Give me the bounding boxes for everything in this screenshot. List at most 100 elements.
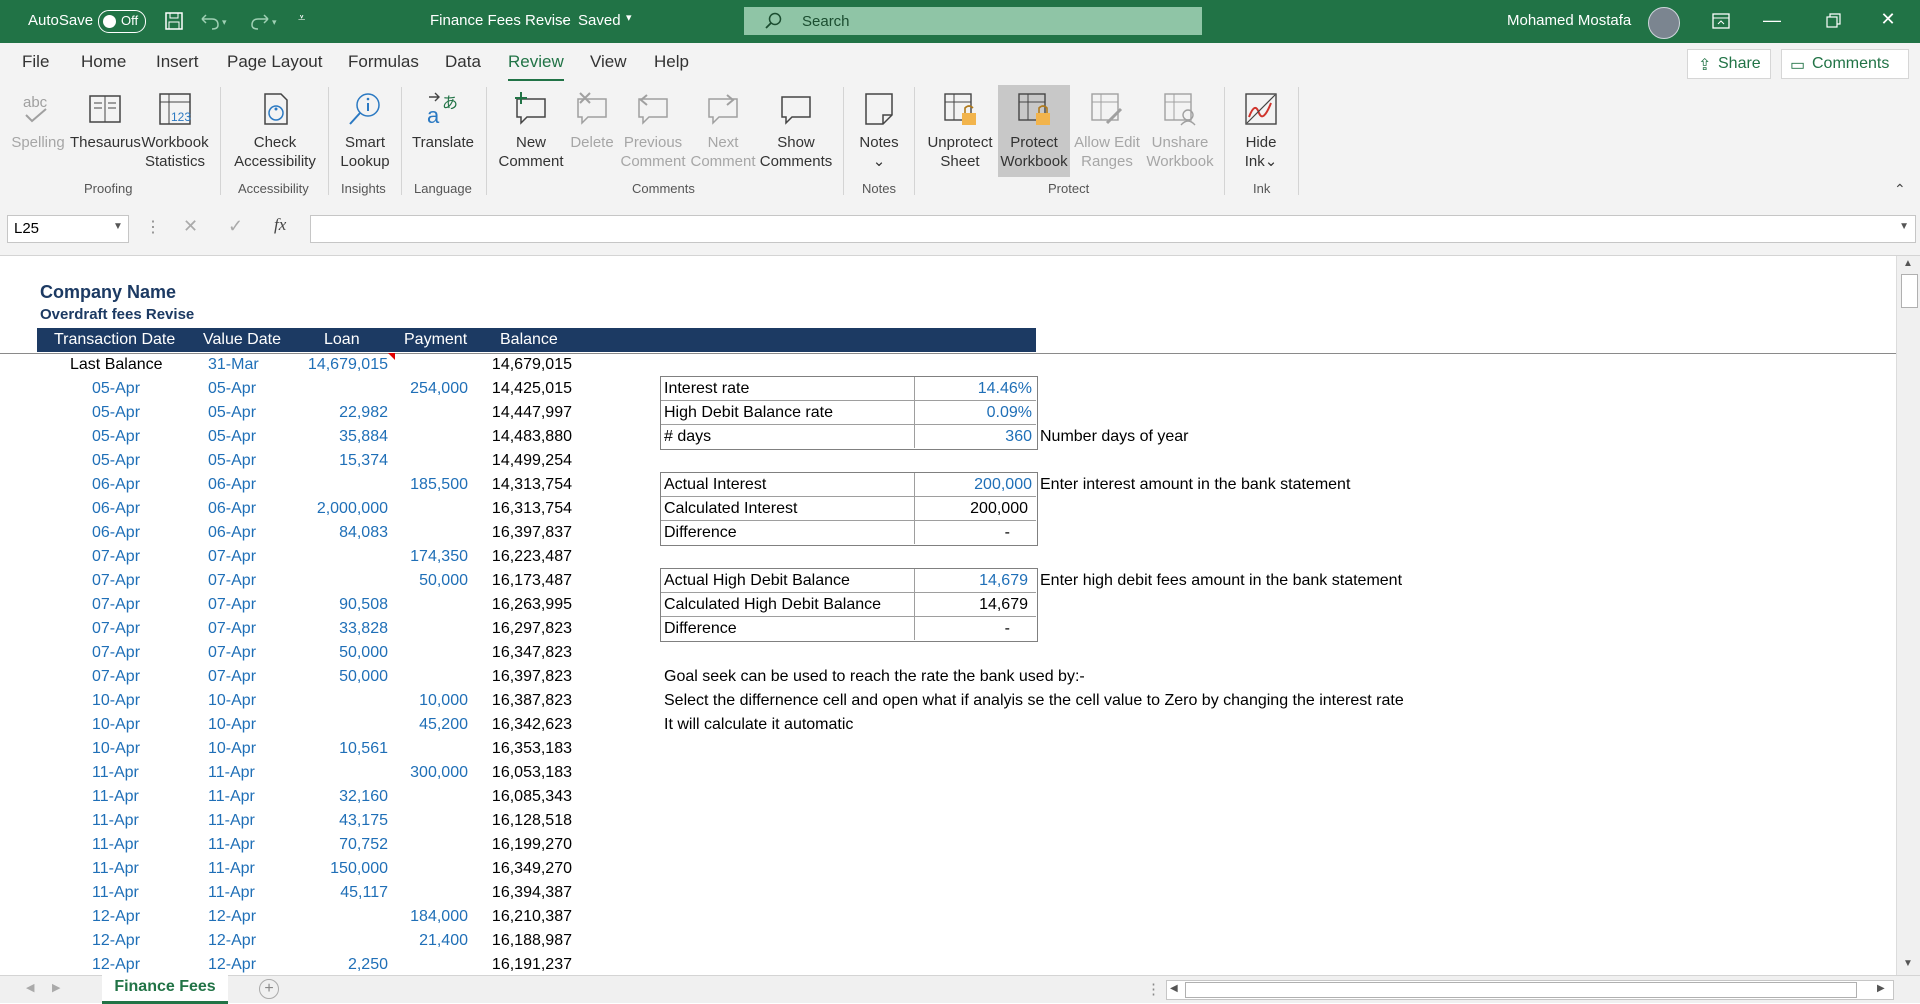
check-accessibility-button[interactable]: Check Accessibility	[230, 85, 320, 177]
calculated-interest-cell[interactable]: 200,000	[916, 500, 1028, 518]
transaction-date-cell[interactable]: 07-Apr	[92, 572, 140, 590]
loan-cell[interactable]: 43,175	[292, 812, 388, 830]
balance-cell[interactable]: 14,483,880	[474, 428, 572, 446]
balance-cell[interactable]: 16,085,343	[474, 788, 572, 806]
new-comment-button[interactable]: New Comment	[494, 85, 568, 177]
balance-cell[interactable]: 16,342,623	[474, 716, 572, 734]
payment-cell[interactable]: 254,000	[392, 380, 468, 398]
tab-insert[interactable]: Insert	[156, 52, 199, 72]
loan-cell[interactable]: 84,083	[292, 524, 388, 542]
scroll-down-icon[interactable]: ▼	[1903, 958, 1913, 969]
value-date-cell[interactable]: 06-Apr	[208, 476, 256, 494]
loan-cell[interactable]: 70,752	[292, 836, 388, 854]
value-date-cell[interactable]: 05-Apr	[208, 380, 256, 398]
transaction-date-cell[interactable]: 07-Apr	[92, 644, 140, 662]
tab-data[interactable]: Data	[445, 52, 481, 72]
value-date-cell[interactable]: 10-Apr	[208, 692, 256, 710]
value-date-cell[interactable]: 11-Apr	[208, 860, 255, 878]
balance-cell[interactable]: 16,223,487	[474, 548, 572, 566]
balance-cell[interactable]: 14,447,997	[474, 404, 572, 422]
tab-review[interactable]: Review	[508, 52, 564, 82]
next-sheet-icon[interactable]: ▶	[52, 981, 60, 994]
transaction-date-cell[interactable]: 10-Apr	[92, 740, 140, 758]
scroll-right-icon[interactable]: ▶	[1877, 983, 1885, 994]
transaction-date-cell[interactable]: 07-Apr	[92, 620, 140, 638]
payment-cell[interactable]: 185,500	[392, 476, 468, 494]
scroll-left-icon[interactable]: ◀	[1170, 983, 1178, 994]
value-date-cell[interactable]: 11-Apr	[208, 884, 255, 902]
value-date-cell[interactable]: 07-Apr	[208, 644, 256, 662]
balance-cell[interactable]: 16,199,270	[474, 836, 572, 854]
undo-icon[interactable]: ▾	[198, 11, 228, 31]
transaction-date-cell[interactable]: 06-Apr	[92, 500, 140, 518]
value-date-cell[interactable]: 07-Apr	[208, 548, 256, 566]
loan-cell[interactable]: 150,000	[292, 860, 388, 878]
balance-cell[interactable]: 14,499,254	[474, 452, 572, 470]
tab-file[interactable]: File	[22, 52, 49, 72]
formula-input[interactable]: ▼	[310, 215, 1916, 243]
loan-cell[interactable]: 14,679,015	[292, 356, 388, 374]
loan-cell[interactable]: 45,117	[292, 884, 388, 902]
loan-cell[interactable]: 10,561	[292, 740, 388, 758]
payment-cell[interactable]: 174,350	[392, 548, 468, 566]
transaction-date-cell[interactable]: 11-Apr	[92, 812, 139, 830]
value-date-cell[interactable]: 31-Mar	[208, 356, 259, 374]
loan-cell[interactable]: 50,000	[292, 644, 388, 662]
workbook-statistics-button[interactable]: 123 Workbook Statistics	[140, 85, 210, 177]
value-date-cell[interactable]: 05-Apr	[208, 404, 256, 422]
value-date-cell[interactable]: 07-Apr	[208, 620, 256, 638]
balance-cell[interactable]: 16,347,823	[474, 644, 572, 662]
share-button[interactable]: ⇪ Share	[1687, 49, 1771, 79]
search-box[interactable]: Search	[744, 7, 1202, 35]
balance-cell[interactable]: 14,425,015	[474, 380, 572, 398]
transaction-date-cell[interactable]: 07-Apr	[92, 668, 140, 686]
loan-cell[interactable]: 90,508	[292, 596, 388, 614]
unshare-workbook-button[interactable]: Unshare Workbook	[1144, 85, 1216, 177]
value-date-cell[interactable]: 06-Apr	[208, 524, 256, 542]
worksheet[interactable]: Company Name Overdraft fees Revise Trans…	[0, 255, 1920, 976]
loan-cell[interactable]: 22,982	[292, 404, 388, 422]
balance-cell[interactable]: 16,349,270	[474, 860, 572, 878]
avatar[interactable]	[1648, 7, 1680, 39]
transaction-date-cell[interactable]: 12-Apr	[92, 932, 140, 950]
value-date-cell[interactable]: 11-Apr	[208, 764, 255, 782]
days-cell[interactable]: 360	[916, 428, 1032, 446]
transaction-date-cell[interactable]: 07-Apr	[92, 596, 140, 614]
insert-function-icon[interactable]: fx	[274, 215, 286, 235]
next-comment-button[interactable]: Next Comment	[688, 85, 758, 177]
balance-cell[interactable]: 16,297,823	[474, 620, 572, 638]
loan-cell[interactable]: 2,000,000	[292, 500, 388, 518]
unprotect-sheet-button[interactable]: Unprotect Sheet	[922, 85, 998, 177]
loan-cell[interactable]: 15,374	[292, 452, 388, 470]
notes-button[interactable]: Notes ⌄	[852, 85, 906, 177]
scroll-thumb[interactable]	[1901, 274, 1918, 308]
name-box[interactable]: L25 ▼	[7, 215, 129, 243]
transaction-date-cell[interactable]: 05-Apr	[92, 380, 140, 398]
balance-cell[interactable]: 16,128,518	[474, 812, 572, 830]
balance-cell[interactable]: 16,053,183	[474, 764, 572, 782]
scroll-up-icon[interactable]: ▲	[1903, 258, 1913, 269]
translate-button[interactable]: aあ Translate	[406, 85, 480, 177]
cancel-icon[interactable]: ✕	[183, 216, 198, 237]
show-comments-button[interactable]: Show Comments	[758, 85, 834, 177]
add-sheet-icon[interactable]: +	[259, 979, 279, 999]
transaction-date-cell[interactable]: 11-Apr	[92, 764, 139, 782]
transaction-date-cell[interactable]: 05-Apr	[92, 404, 140, 422]
interest-rate-cell[interactable]: 14.46%	[916, 380, 1032, 398]
transaction-date-cell[interactable]: 11-Apr	[92, 788, 139, 806]
transaction-date-cell[interactable]: 07-Apr	[92, 548, 140, 566]
previous-comment-button[interactable]: Previous Comment	[618, 85, 688, 177]
balance-cell[interactable]: 14,313,754	[474, 476, 572, 494]
minimize-icon[interactable]: —	[1762, 10, 1782, 30]
value-date-cell[interactable]: 07-Apr	[208, 596, 256, 614]
value-date-cell[interactable]: 05-Apr	[208, 452, 256, 470]
autosave-toggle[interactable]: Off	[98, 10, 146, 33]
payment-cell[interactable]: 10,000	[392, 692, 468, 710]
balance-cell[interactable]: 16,387,823	[474, 692, 572, 710]
customize-qat-icon[interactable]: ⩡	[298, 10, 305, 26]
protect-workbook-button[interactable]: Protect Workbook	[998, 85, 1070, 177]
balance-cell[interactable]: 16,397,823	[474, 668, 572, 686]
difference-cell-2[interactable]: -	[916, 620, 1010, 638]
balance-cell[interactable]: 16,188,987	[474, 932, 572, 950]
value-date-cell[interactable]: 12-Apr	[208, 932, 256, 950]
